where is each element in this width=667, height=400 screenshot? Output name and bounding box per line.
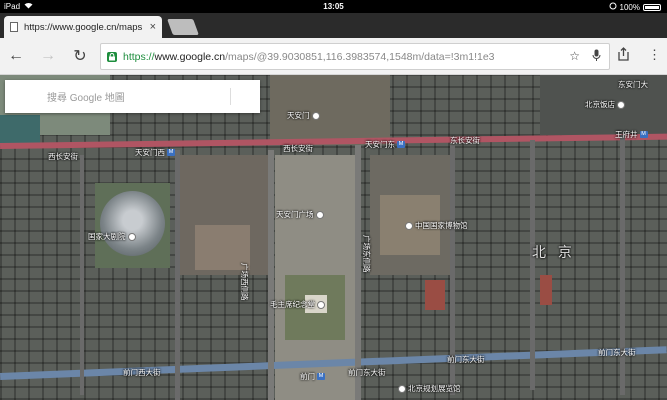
tab-title: https://www.google.cn/maps [24,21,143,33]
label-tiananmen-east: 天安门东 M [365,140,405,149]
status-bar: iPad 13:05 100% [0,0,667,13]
url-host: www.google.cn [154,50,226,63]
theater-icon [127,232,136,241]
museum-icon [398,384,406,393]
bookmark-star-icon[interactable]: ☆ [569,49,580,65]
address-bar[interactable]: https://www.google.cn/maps/@39.9030851,1… [100,43,610,70]
hotel-icon [617,100,625,109]
label-qianmen-east-3: 前门东大街 [598,348,636,357]
label-national-museum: 中国国家博物馆 [405,220,468,231]
label-qianmen-east: 前门东大街 [348,368,386,377]
label-planning-hall: 北京规划展览馆 [398,383,461,394]
page-icon [10,22,18,32]
label-qianmen-west: 前门西大街 [123,368,161,377]
search-placeholder: 搜尋 Google 地圖 [47,93,125,104]
map-road [175,150,180,400]
label-qianmen-east-2: 前门东大街 [447,355,485,364]
label-tiananmen-square: 天安门广场 [276,209,324,220]
share-icon[interactable] [618,47,629,64]
label-xichanganjie: 西长安街 [48,152,78,161]
label-dongchanganjie: 东长安街 [450,136,480,145]
label-qianmen: 前门 M [300,372,325,381]
back-button[interactable]: ← [6,46,26,66]
map-block [425,280,445,310]
museum-icon [405,221,413,230]
label-wangfujing: 王府井 M [615,130,648,139]
landmark-icon [311,111,320,120]
map-road [530,140,535,390]
map-view[interactable]: 搜尋 Google 地圖 天安门 东安门大 北京饭店 王府井 M 西长安街 天安门… [0,75,667,400]
label-square-west-road: 广场西侧路 [240,263,249,301]
lock-icon [107,51,117,62]
battery-icon [643,3,661,11]
label-xichanganjie-2: 西长安街 [283,144,313,153]
url-path: /maps/@39.9030851,116.3983574,1548m/data… [225,50,495,63]
label-tiananmen: 天安门 [287,110,320,121]
battery-percent: 100% [619,2,640,12]
reload-button[interactable]: ↻ [70,46,90,66]
label-mausoleum: 毛主席纪念堂 [270,299,325,310]
url-protocol: https:// [123,50,155,63]
tab-strip: https://www.google.cn/maps × [0,13,667,38]
microphone-icon[interactable] [592,49,601,65]
orientation-lock-icon [609,2,617,12]
label-beijing-hotel: 北京饭店 [585,99,625,110]
landmark-icon [315,210,324,219]
map-block [540,275,552,305]
map-search-input[interactable]: 搜尋 Google 地圖 [5,80,260,113]
forward-button[interactable]: → [38,46,58,66]
search-divider [230,88,231,105]
square-west-road [268,150,274,400]
metro-icon: M [639,131,648,138]
metro-icon: M [317,373,325,380]
close-tab-icon[interactable]: × [150,21,156,33]
label-beijing: 北 京 [532,244,576,260]
browser-toolbar: ← → ↻ https://www.google.cn/maps/@39.903… [0,38,667,75]
menu-icon[interactable]: ⋮ [648,47,661,63]
metro-icon: M [397,141,405,148]
landmark-icon [317,300,325,309]
map-road [80,155,84,395]
metro-icon: M [167,149,175,156]
tab-google-maps[interactable]: https://www.google.cn/maps × [4,16,162,38]
label-square-east-road: 广场东侧路 [362,235,371,273]
label-donganmen: 东安门大 [618,80,648,89]
label-national-theater: 国家大剧院 [88,231,136,242]
lake-area [0,115,40,145]
national-theater-dome [100,191,165,256]
new-tab-button[interactable] [167,19,199,35]
square-east-road [355,145,361,400]
label-tiananmen-west: 天安门西 M [135,148,175,157]
clock: 13:05 [323,2,344,11]
